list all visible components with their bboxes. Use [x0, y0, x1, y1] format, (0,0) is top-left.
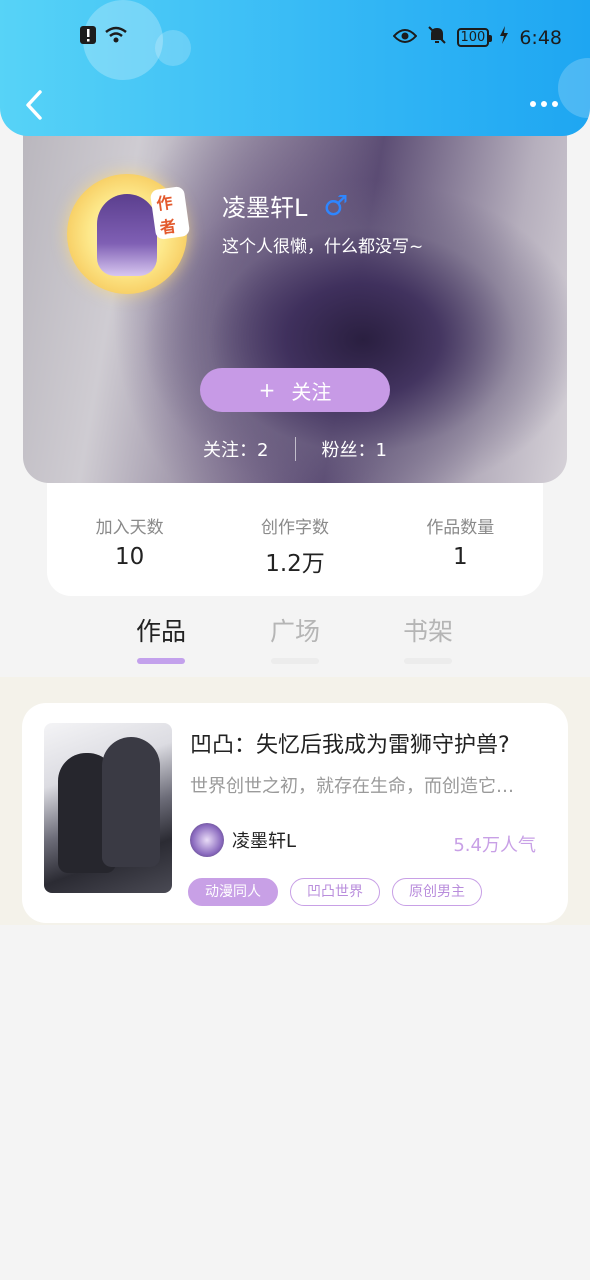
stat-label: 创作字数: [260, 518, 329, 538]
male-gender-icon: ♂: [323, 189, 349, 222]
tab-label: 作品: [135, 617, 186, 646]
avatar-character-illustration: [97, 194, 157, 276]
tag-chip[interactable]: 动漫同人: [188, 878, 278, 906]
tab-indicator: [271, 658, 319, 664]
stat-label: 加入天数: [95, 518, 164, 538]
stat-word-count: 创作字数 1.2万: [212, 483, 377, 596]
tag-chip[interactable]: 凹凸世界: [290, 878, 380, 906]
tab-indicator: [404, 658, 452, 664]
more-dot: [541, 101, 547, 107]
tab-indicator: [137, 658, 185, 664]
stat-join-days: 加入天数 10: [47, 483, 212, 596]
status-time: 6:48: [519, 26, 562, 49]
more-button[interactable]: [530, 98, 564, 110]
following-count[interactable]: 关注：2: [203, 436, 268, 462]
wifi-icon: [104, 26, 128, 48]
chevron-left-icon: [26, 90, 42, 120]
page: 100 6:48 作者 凌墨轩L ♂ 这个人很懒，什么都没写~ + 关注 关注：…: [0, 0, 590, 1280]
plus-icon: +: [258, 378, 276, 402]
author-avatar: [190, 823, 224, 857]
author-name: 凌墨轩L: [232, 831, 297, 852]
tag-chip[interactable]: 原创男主: [392, 878, 482, 906]
bell-off-icon: [427, 25, 447, 50]
eye-icon: [392, 27, 417, 49]
follow-button[interactable]: + 关注: [200, 368, 390, 412]
top-header: 100 6:48: [0, 0, 590, 136]
charging-icon: [499, 26, 509, 49]
username: 凌墨轩L: [222, 194, 308, 222]
stat-value: 1.2万: [265, 551, 325, 577]
back-button[interactable]: [20, 88, 48, 122]
tab-label: 书架: [402, 617, 453, 646]
alert-icon: [80, 26, 96, 48]
book-cover-image[interactable]: [44, 723, 172, 893]
follow-button-label: 关注: [291, 379, 332, 404]
tab-bookshelf[interactable]: 书架: [388, 612, 468, 664]
avatar[interactable]: 作者: [67, 174, 191, 294]
work-author: 凌墨轩L: [190, 823, 296, 857]
tab-label: 广场: [269, 617, 320, 646]
stat-value: 1: [453, 544, 468, 570]
work-description: 世界创世之初，就存在生命，而创造它…: [190, 776, 514, 797]
work-tags: 动漫同人 凹凸世界 原创男主: [188, 878, 482, 906]
work-title[interactable]: 凹凸：失忆后我成为雷狮守护兽?: [190, 727, 560, 759]
username-row: 凌墨轩L ♂: [222, 188, 348, 223]
follow-stats: 关注：2 粉丝：1: [23, 436, 567, 462]
tab-square[interactable]: 广场: [255, 612, 335, 664]
status-bar: 100 6:48: [0, 0, 590, 70]
stat-works-count: 作品数量 1: [378, 483, 543, 596]
more-dots-icon: [530, 101, 536, 107]
stats-panel: 加入天数 10 创作字数 1.2万 作品数量 1: [47, 483, 543, 596]
more-dot: [552, 101, 558, 107]
stat-label: 作品数量: [426, 518, 495, 538]
followers-count[interactable]: 粉丝：1: [322, 436, 387, 462]
profile-banner: 作者 凌墨轩L ♂ 这个人很懒，什么都没写~ + 关注 关注：2 粉丝：1: [23, 110, 567, 483]
divider: [294, 437, 296, 461]
author-badge: 作者: [149, 185, 191, 241]
user-bio: 这个人很懒，什么都没写~: [222, 237, 424, 257]
tab-works[interactable]: 作品: [121, 612, 201, 664]
work-card[interactable]: 凹凸：失忆后我成为雷狮守护兽? 世界创世之初，就存在生命，而创造它… 凌墨轩L …: [22, 703, 568, 923]
cover-figure: [102, 737, 160, 867]
stat-value: 10: [115, 544, 145, 570]
tab-bar: 作品 广场 书架: [0, 612, 590, 676]
popularity-count: 5.4万人气: [453, 835, 536, 856]
battery-icon: 100: [456, 28, 493, 47]
